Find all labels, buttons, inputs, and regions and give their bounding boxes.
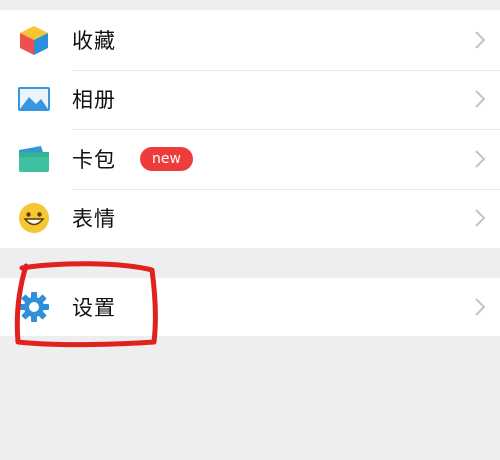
chevron-right-icon (475, 209, 486, 227)
menu-group-secondary: 设置 (0, 278, 500, 336)
smiley-face-icon (16, 200, 52, 236)
menu-group-primary: 收藏 相册 卡包 new 表情 (0, 10, 500, 248)
cube-icon (16, 22, 52, 58)
new-badge: new (140, 146, 193, 171)
menu-item-favorites[interactable]: 收藏 (0, 10, 500, 70)
menu-label: 表情 (72, 207, 116, 232)
menu-item-settings[interactable]: 设置 (0, 278, 500, 336)
top-gap (0, 0, 500, 10)
menu-label: 相册 (72, 88, 116, 113)
chevron-right-icon (475, 298, 486, 316)
menu-item-stickers[interactable]: 表情 (0, 188, 500, 249)
card-wallet-icon (16, 141, 52, 177)
menu-label: 设置 (72, 296, 116, 320)
menu-item-album[interactable]: 相册 (0, 69, 500, 130)
menu-label: 卡包 (72, 147, 116, 172)
chevron-right-icon (475, 31, 486, 49)
chevron-right-icon (475, 150, 486, 168)
menu-label: 收藏 (72, 28, 116, 53)
chevron-right-icon (475, 90, 486, 108)
landscape-photo-icon (16, 81, 52, 117)
gear-icon (16, 289, 52, 325)
menu-item-wallet[interactable]: 卡包 new (0, 129, 500, 189)
